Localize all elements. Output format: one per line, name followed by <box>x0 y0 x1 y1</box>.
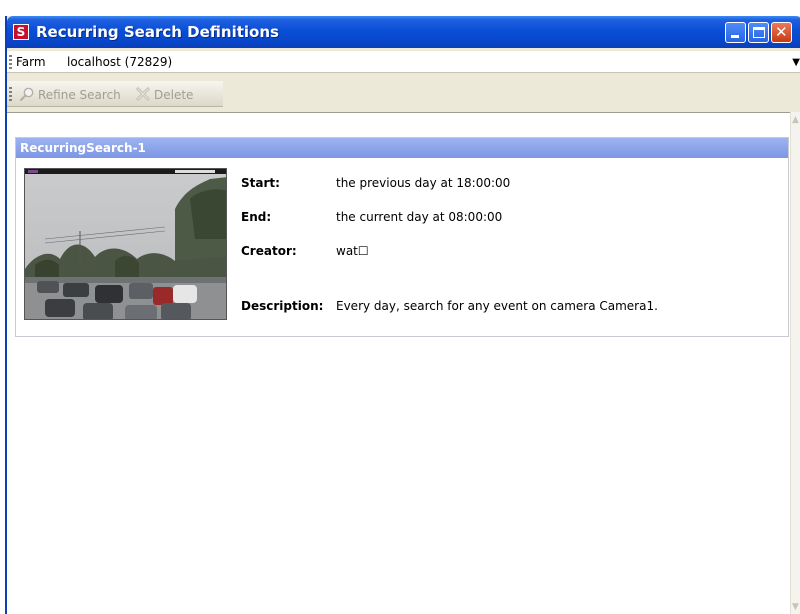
refine-search-button[interactable]: Refine Search <box>19 86 121 104</box>
window-title: Recurring Search Definitions <box>36 23 279 41</box>
maximize-icon <box>753 27 765 38</box>
title-bar[interactable]: S Recurring Search Definitions ✕ <box>7 16 800 48</box>
farm-bar: Farm localhost (72829) ▼ <box>7 51 800 73</box>
scroll-down-icon[interactable]: ▼ <box>792 602 799 612</box>
chevron-down-icon[interactable]: ▼ <box>792 57 800 68</box>
creator-label: Creator: <box>241 244 297 258</box>
search-definition-name: RecurringSearch-1 <box>16 138 788 158</box>
delete-label: Delete <box>154 88 194 102</box>
toolbar-grip-icon[interactable] <box>9 87 12 101</box>
end-value: the current day at 08:00:00 <box>336 210 503 224</box>
start-value: the previous day at 18:00:00 <box>336 176 511 190</box>
refine-search-label: Refine Search <box>38 88 121 102</box>
minimize-button[interactable] <box>725 22 746 43</box>
maximize-button[interactable] <box>748 22 769 43</box>
recurring-search-window: S Recurring Search Definitions ✕ Farm lo… <box>5 16 800 614</box>
creator-value: wat☐ <box>336 244 369 258</box>
close-button[interactable]: ✕ <box>771 22 792 43</box>
camera-thumbnail <box>24 168 227 320</box>
start-label: Start: <box>241 176 280 190</box>
close-icon: ✕ <box>775 23 788 41</box>
app-logo-icon: S <box>13 24 29 40</box>
magnifier-icon <box>19 87 34 102</box>
action-toolbar: Refine Search Delete <box>7 81 223 107</box>
search-list-panel: RecurringSearch-1 Start: the previous da… <box>7 112 797 614</box>
farm-select-value: localhost (72829) <box>67 55 173 69</box>
farm-select[interactable]: localhost (72829) ▼ <box>63 52 800 72</box>
delete-x-icon <box>136 87 150 101</box>
end-label: End: <box>241 210 272 224</box>
vertical-scrollbar[interactable]: ▲ ▼ <box>790 112 800 614</box>
scroll-up-icon[interactable]: ▲ <box>792 115 799 125</box>
description-label: Description: <box>241 299 324 313</box>
minimize-icon <box>731 35 739 38</box>
description-value: Every day, search for any event on camer… <box>336 299 658 313</box>
farm-label: Farm <box>16 55 46 69</box>
search-definition-card[interactable]: RecurringSearch-1 Start: the previous da… <box>15 137 789 337</box>
camera-snapshot-image <box>25 169 226 319</box>
toolbar-grip-icon[interactable] <box>9 55 12 69</box>
delete-button[interactable]: Delete <box>135 86 193 104</box>
